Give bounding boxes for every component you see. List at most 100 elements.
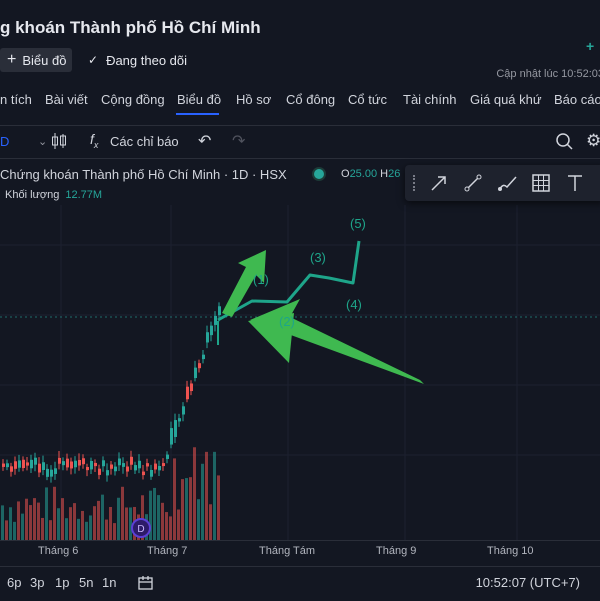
candle-body: [114, 466, 117, 472]
volume-value: 12.77M: [65, 189, 103, 201]
redo-icon[interactable]: ↷: [232, 131, 245, 151]
grid-icon[interactable]: [531, 173, 551, 193]
candles: [2, 302, 221, 483]
volume-bar: [193, 447, 196, 540]
tab-profile[interactable]: Hồ sơ: [236, 92, 271, 107]
tab-community[interactable]: Cộng đồng: [101, 92, 165, 107]
volume-bar: [117, 497, 120, 540]
candle-body: [170, 428, 173, 445]
tab-shareholders[interactable]: Cổ đông: [286, 92, 335, 107]
plus-icon[interactable]: +: [586, 38, 594, 54]
bottom-bar: 6p 3p 1p 5n 1n 10:52:07 (UTC+7): [0, 566, 600, 601]
volume-bar: [85, 521, 88, 540]
candle-body: [26, 462, 29, 466]
volume-bar: [201, 463, 204, 540]
tab-chart[interactable]: Biểu đồ: [177, 92, 221, 107]
chart-button[interactable]: + Biểu đồ: [0, 48, 72, 72]
volume-bar: [57, 508, 60, 540]
volume-bar: [41, 517, 44, 540]
volume-bar: [113, 523, 116, 540]
candle-body: [58, 457, 61, 464]
candle-body: [70, 461, 73, 469]
drag-handle-icon[interactable]: [413, 175, 417, 191]
wave-label-1: (1): [253, 272, 269, 287]
range-3m[interactable]: 3p: [30, 575, 44, 590]
candle-body: [22, 459, 25, 469]
volume-bar: [129, 507, 132, 540]
volume-bar: [125, 507, 128, 540]
search-icon[interactable]: [554, 131, 574, 151]
volume-bar: [169, 516, 172, 540]
check-icon: ✓: [88, 53, 99, 67]
volume-bar: [49, 520, 52, 540]
candle-body: [110, 464, 113, 469]
clock[interactable]: 10:52:07 (UTC+7): [476, 575, 580, 590]
tab-bar: n tích Bài viết Cộng đồng Biểu đồ Hồ sơ …: [0, 92, 600, 114]
candle-body: [14, 461, 17, 469]
tab-financials[interactable]: Tài chính: [403, 92, 456, 107]
chart-toolbar: D ⌄ fx Các chỉ báo ↶ ↷ ⚙: [0, 125, 600, 159]
candle-body: [50, 469, 53, 477]
annotation-drawing: (1) (2) (3) (4) (5): [217, 216, 424, 384]
candle-icon[interactable]: [50, 131, 68, 151]
candle-body: [94, 462, 97, 467]
follow-button[interactable]: ✓ Đang theo dõi: [88, 48, 187, 72]
volume-bar: [109, 506, 112, 540]
drawing-toolbar: [405, 165, 600, 201]
gear-icon[interactable]: ⚙: [586, 131, 600, 151]
volume-bar: [81, 510, 84, 540]
wave-label-2: (2): [279, 314, 295, 329]
fx-icon[interactable]: fx: [90, 131, 98, 150]
candle-body: [166, 454, 169, 459]
range-5d[interactable]: 5n: [79, 575, 93, 590]
volume-bar: [173, 458, 176, 540]
volume-bar: [89, 515, 92, 540]
brush-icon[interactable]: [497, 173, 519, 193]
volume-bar: [213, 451, 216, 540]
volume-label: Khối lượng: [5, 189, 60, 201]
chevron-down-icon[interactable]: ⌄: [38, 135, 47, 148]
tab-reports[interactable]: Báo cáo: [554, 92, 600, 107]
text-tool-icon[interactable]: [565, 173, 585, 193]
volume-bar: [121, 486, 124, 540]
arrow-tool-icon[interactable]: [429, 173, 449, 193]
symbol-legend: Chứng khoán Thành phố Hồ Chí Minh · 1D ·…: [0, 167, 287, 182]
volume-bar: [197, 499, 200, 540]
page-title: g khoán Thành phố Hồ Chí Minh: [0, 18, 261, 37]
candle-body: [90, 460, 93, 470]
candle-body: [2, 463, 5, 467]
event-marker-label: D: [137, 524, 144, 535]
x-axis-label: Tháng 7: [147, 545, 188, 557]
tab-posts[interactable]: Bài viết: [45, 92, 88, 107]
volume-bar: [185, 478, 188, 540]
open-key: O: [341, 168, 350, 180]
candle-body: [194, 367, 197, 379]
range-1m[interactable]: 1p: [55, 575, 69, 590]
candle-body: [122, 463, 125, 467]
calendar-range-icon[interactable]: [137, 574, 155, 592]
trend-line-icon[interactable]: [463, 173, 483, 193]
tab-analysis[interactable]: n tích: [0, 92, 32, 107]
interval-button[interactable]: D: [0, 134, 9, 149]
volume-bar: [77, 518, 80, 540]
undo-icon[interactable]: ↶: [198, 131, 211, 151]
volume-bar: [157, 495, 160, 540]
candle-body: [134, 465, 137, 471]
volume-bar: [73, 503, 76, 540]
candle-body: [10, 466, 13, 472]
price-chart[interactable]: D (1) (2) (3) (4) (5): [0, 205, 600, 540]
tab-dividends[interactable]: Cổ tức: [348, 92, 387, 107]
volume-bar: [97, 500, 100, 540]
candle-body: [178, 418, 181, 422]
tab-history[interactable]: Giá quá khứ: [470, 92, 542, 107]
indicators-button[interactable]: Các chỉ báo: [110, 134, 179, 149]
volume-bar: [161, 502, 164, 540]
volume-bar: [105, 519, 108, 540]
range-6m[interactable]: 6p: [7, 575, 21, 590]
range-1d[interactable]: 1n: [102, 575, 116, 590]
volume-bar: [45, 487, 48, 540]
live-status-dot: [314, 169, 324, 179]
candle-body: [154, 463, 157, 470]
volume-bar: [33, 498, 36, 540]
wave-label-3: (3): [310, 250, 326, 265]
